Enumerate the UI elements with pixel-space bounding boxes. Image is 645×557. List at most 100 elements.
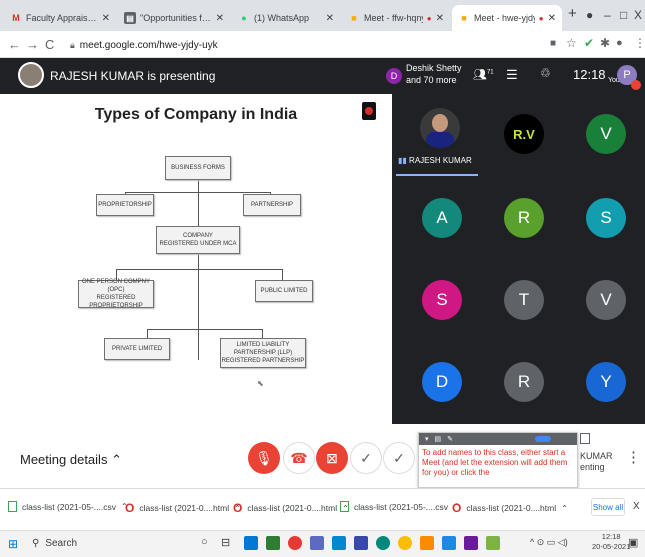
download-item[interactable]: class-list (2021-05-....csv ⌃ [340,501,460,512]
presenting-text: RAJESH KUMAR is presenting [50,69,216,83]
download-item[interactable]: O class-list (2021-0....html ⌃ [125,501,241,515]
tab-close-icon[interactable]: ✕ [436,13,444,24]
participant-avatar[interactable]: T [504,280,544,320]
account-circle-icon[interactable]: ● [586,8,593,22]
tab-meet-ffw[interactable]: ■ Meet - ffw-hqny-osh ● ✕ [342,5,450,31]
task-view-icon[interactable]: ⊟ [221,536,230,549]
download-item[interactable]: class-list (2021-05-....csv ⌃ [8,501,128,512]
connector-line [147,329,262,330]
presentation-slide: Types of Company in India BUSINESS FORMS… [0,94,392,424]
participant-avatar[interactable]: A [422,198,462,238]
node-public-limited: PUBLIC LIMITED [255,280,313,302]
close-downloads-button[interactable]: X [633,501,640,512]
participant-avatar[interactable]: V [586,114,626,154]
browser-menu-icon[interactable]: ⋮ [634,36,645,50]
new-tab-button[interactable]: + [568,5,577,22]
taskbar-app-icon[interactable] [266,536,280,550]
chrome-icon[interactable] [398,536,412,550]
edit-icon[interactable]: ✎ [447,435,453,443]
node-label: LIMITED LIABILITY PARTNERSHIP (LLP) [233,341,293,356]
extension-check-icon[interactable]: ✔ [584,36,594,50]
participant-avatar[interactable]: S [422,280,462,320]
taskbar-clock[interactable]: 12:18 20-05-2021 [592,532,630,552]
taskbar-app-icon[interactable] [332,536,346,550]
opera-file-icon: O [233,501,243,515]
taskbar-app-icon[interactable] [442,536,456,550]
more-options-icon[interactable]: ⋮ [626,448,641,466]
clock-time: 12:18 [601,532,621,541]
forward-arrow-icon[interactable]: → [26,37,39,52]
toggle-icon[interactable] [535,436,551,442]
taskbar-app-icon[interactable] [464,536,478,550]
participant-tile[interactable]: ▮▮ RAJESH KUMAR [396,98,478,176]
people-icon[interactable]: 👥︎71 [473,68,494,81]
system-tray-icons[interactable]: ^ ⊙ ▭ ◁) [530,537,568,548]
mic-off-button[interactable]: 🎙︎ [248,442,280,474]
check-button-2[interactable]: ✓ [383,442,415,474]
leave-call-button[interactable]: ☎ [283,442,315,474]
taskbar-app-icon[interactable] [420,536,434,550]
tab-close-icon[interactable]: ✕ [216,13,224,24]
participant-avatar[interactable]: D [422,362,462,402]
edge-icon[interactable] [376,536,390,550]
tab-close-icon[interactable]: ✕ [548,13,556,24]
node-opc: ONE PERSON COMPNY (OPC) REGISTERED PROPR… [78,279,154,309]
download-item[interactable]: O class-list (2021-0....html ⌃ [452,501,568,515]
bookmark-star-icon[interactable]: ☆ [566,36,577,50]
tab-close-icon[interactable]: ✕ [326,13,334,24]
taskbar-app-icon[interactable] [244,536,258,550]
cortana-icon[interactable]: ○ [201,536,208,548]
chevron-up-icon[interactable]: ⌃ [561,504,568,513]
taskbar-app-icon[interactable] [354,536,368,550]
meeting-details-button[interactable]: Meeting details ⌃ [20,452,122,468]
extensions-puzzle-icon[interactable]: ✱ [600,36,610,50]
node-private-limited: PRIVATE LIMITED [104,338,170,360]
participant-avatar[interactable]: R [504,198,544,238]
url-text: meet.google.com/hwe-yjdy-uyk [79,39,218,51]
show-all-button[interactable]: Show all [591,498,625,516]
reload-icon[interactable]: C [45,37,54,52]
participant-avatar[interactable]: R [504,362,544,402]
activities-icon[interactable]: ♲ [540,66,551,80]
node-label: PRIVATE LIMITED [111,345,163,352]
check-button[interactable]: ✓ [350,442,382,474]
participant-avatar[interactable]: S [586,198,626,238]
tab-meet-hwe[interactable]: ■ Meet - hwe-yjdy-uyk ● ✕ [452,5,562,31]
back-arrow-icon[interactable]: ← [8,37,21,52]
windows-start-icon[interactable]: ⊞ [8,537,18,551]
participant-name-text: RAJESH KUMAR [409,156,472,165]
download-item[interactable]: O class-list (2021-0....html ⌃ [233,501,349,515]
taskbar-app-icon[interactable] [486,536,500,550]
taskbar-app-icon[interactable] [310,536,324,550]
meeting-time: 12:18 [573,67,606,82]
camera-off-button[interactable]: ⊠ [316,442,348,474]
node-sublabel: REGISTERED UNDER MCA [159,241,237,247]
url-field[interactable]: 🔒︎ meet.google.com/hwe-yjdy-uyk [70,36,560,54]
dropdown-icon[interactable]: ▾ [425,435,429,443]
node-sublabel: REGISTERED PARTNERSHIP [221,358,305,365]
profile-icon[interactable]: ● [616,37,623,49]
camera-indicator-icon[interactable]: ■ [550,38,556,49]
tab-faculty-appraisal[interactable]: M Faculty Appraisal - Invitation ✕ [4,5,116,31]
notification-icon[interactable]: ▣ [628,536,638,549]
taskbar-search-box[interactable]: ⚲ Search [24,532,184,554]
participant-avatar[interactable]: R.V [504,114,544,154]
maximize-button[interactable]: □ [620,8,627,22]
chat-icon[interactable]: ☰ [506,67,518,83]
participants-line2: and 70 more [406,75,457,85]
participants-summary[interactable]: Deshik Shetty and 70 more [406,62,462,86]
node-company: COMPANY REGISTERED UNDER MCA [156,226,240,254]
participant-avatar[interactable]: V [586,280,626,320]
participant-avatar[interactable]: Y [586,362,626,402]
opera-icon[interactable] [288,536,302,550]
college-logo-icon [362,102,376,120]
node-partnership: PARTNERSHIP [243,194,301,216]
close-window-button[interactable]: X [634,8,642,22]
tab-opportunities[interactable]: ▤ "Opportunities for Students ✕ [118,5,230,31]
tab-whatsapp[interactable]: ● (1) WhatsApp ✕ [232,5,340,31]
page-icon[interactable]: ▤ [435,435,442,443]
speaking-icon: ▮▮ [398,156,407,165]
minimize-button[interactable]: – [604,8,611,22]
tab-close-icon[interactable]: ✕ [102,13,110,24]
popup-open-icon[interactable] [580,433,590,444]
